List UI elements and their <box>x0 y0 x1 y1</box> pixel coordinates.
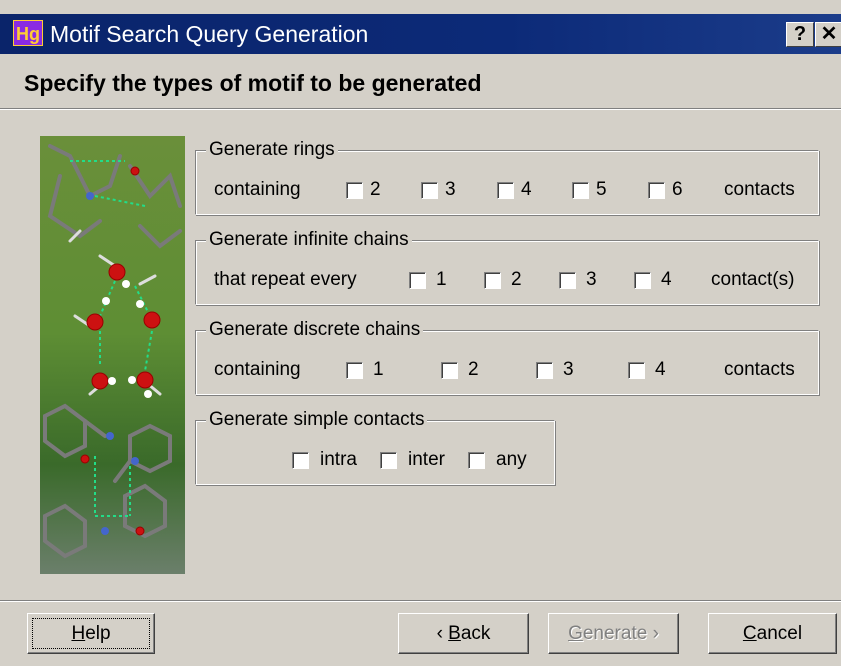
molecule-illustration <box>40 136 185 574</box>
discrete-chains-option-label: 1 <box>373 359 384 380</box>
rings-group: Generate rings containing 2 3 4 5 6 cont… <box>195 139 819 215</box>
infinite-chains-option-label: 4 <box>661 269 672 290</box>
cancel-button[interactable]: Cancel <box>708 613 837 654</box>
discrete-chains-checkbox-1[interactable] <box>346 362 363 379</box>
infinite-chains-option-label: 2 <box>511 269 522 290</box>
rings-option-label: 5 <box>596 179 607 200</box>
back-mnemonic: B <box>448 623 461 644</box>
infinite-chains-checkbox-4[interactable] <box>634 272 651 289</box>
window-title: Motif Search Query Generation <box>50 21 369 47</box>
rings-option-label: 2 <box>370 179 381 200</box>
cancel-label: ancel <box>756 623 803 644</box>
header-divider <box>0 108 841 110</box>
infinite-chains-checkbox-3[interactable] <box>559 272 576 289</box>
simple-contacts-checkbox-intra[interactable] <box>292 452 309 469</box>
back-arrow-icon: ‹ <box>436 623 449 644</box>
simple-contacts-legend: Generate simple contacts <box>206 409 428 431</box>
infinite-chains-prefix: that repeat every <box>214 269 357 290</box>
discrete-chains-checkbox-2[interactable] <box>441 362 458 379</box>
title-bar[interactable]: Hg Motif Search Query Generation ? ✕ <box>0 14 841 54</box>
discrete-chains-legend: Generate discrete chains <box>206 319 424 341</box>
simple-contacts-checkbox-any[interactable] <box>468 452 485 469</box>
infinite-chains-legend: Generate infinite chains <box>206 229 412 251</box>
rings-checkbox-6[interactable] <box>648 182 665 199</box>
simple-contacts-option-label: inter <box>408 449 445 470</box>
infinite-chains-option-label: 3 <box>586 269 597 290</box>
discrete-chains-option-label: 2 <box>468 359 479 380</box>
generate-mnemonic: G <box>568 623 583 644</box>
discrete-chains-group: Generate discrete chains containing 1 2 … <box>195 319 819 395</box>
rings-option-label: 4 <box>521 179 532 200</box>
back-button[interactable]: ‹ Back <box>398 613 529 654</box>
simple-contacts-option-label: any <box>496 449 527 470</box>
rings-option-label: 6 <box>672 179 683 200</box>
infinite-chains-option-label: 1 <box>436 269 447 290</box>
discrete-chains-option-label: 3 <box>563 359 574 380</box>
discrete-chains-prefix: containing <box>214 359 301 380</box>
simple-contacts-checkbox-inter[interactable] <box>380 452 397 469</box>
discrete-chains-suffix: contacts <box>724 359 795 380</box>
discrete-chains-checkbox-4[interactable] <box>628 362 645 379</box>
rings-checkbox-4[interactable] <box>497 182 514 199</box>
close-icon[interactable]: ✕ <box>815 22 841 47</box>
infinite-chains-checkbox-1[interactable] <box>409 272 426 289</box>
dialog-window: Hg Motif Search Query Generation ? ✕ Spe… <box>0 0 841 666</box>
cancel-mnemonic: C <box>742 623 757 644</box>
discrete-chains-option-label: 4 <box>655 359 666 380</box>
rings-suffix: contacts <box>724 179 795 200</box>
rings-checkbox-5[interactable] <box>572 182 589 199</box>
rings-prefix: containing <box>214 179 301 200</box>
simple-contacts-option-label: intra <box>320 449 357 470</box>
help-mnemonic: H <box>71 623 86 644</box>
help-label: elp <box>85 623 111 644</box>
rings-legend: Generate rings <box>206 139 338 161</box>
infinite-chains-checkbox-2[interactable] <box>484 272 501 289</box>
footer-divider <box>0 600 841 602</box>
generate-label: enerate › <box>582 623 659 644</box>
help-button[interactable]: Help <box>27 613 155 654</box>
generate-button[interactable]: Generate › <box>548 613 679 654</box>
infinite-chains-suffix: contact(s) <box>711 269 795 290</box>
simple-contacts-group: Generate simple contacts intra inter any <box>195 409 555 485</box>
page-title: Specify the types of motif to be generat… <box>24 70 482 96</box>
app-logo-icon: Hg <box>13 20 43 46</box>
help-title-button[interactable]: ? <box>786 22 814 47</box>
back-label: ack <box>460 623 491 644</box>
rings-checkbox-2[interactable] <box>346 182 363 199</box>
rings-checkbox-3[interactable] <box>421 182 438 199</box>
rings-option-label: 3 <box>445 179 456 200</box>
infinite-chains-group: Generate infinite chains that repeat eve… <box>195 229 819 305</box>
discrete-chains-checkbox-3[interactable] <box>536 362 553 379</box>
